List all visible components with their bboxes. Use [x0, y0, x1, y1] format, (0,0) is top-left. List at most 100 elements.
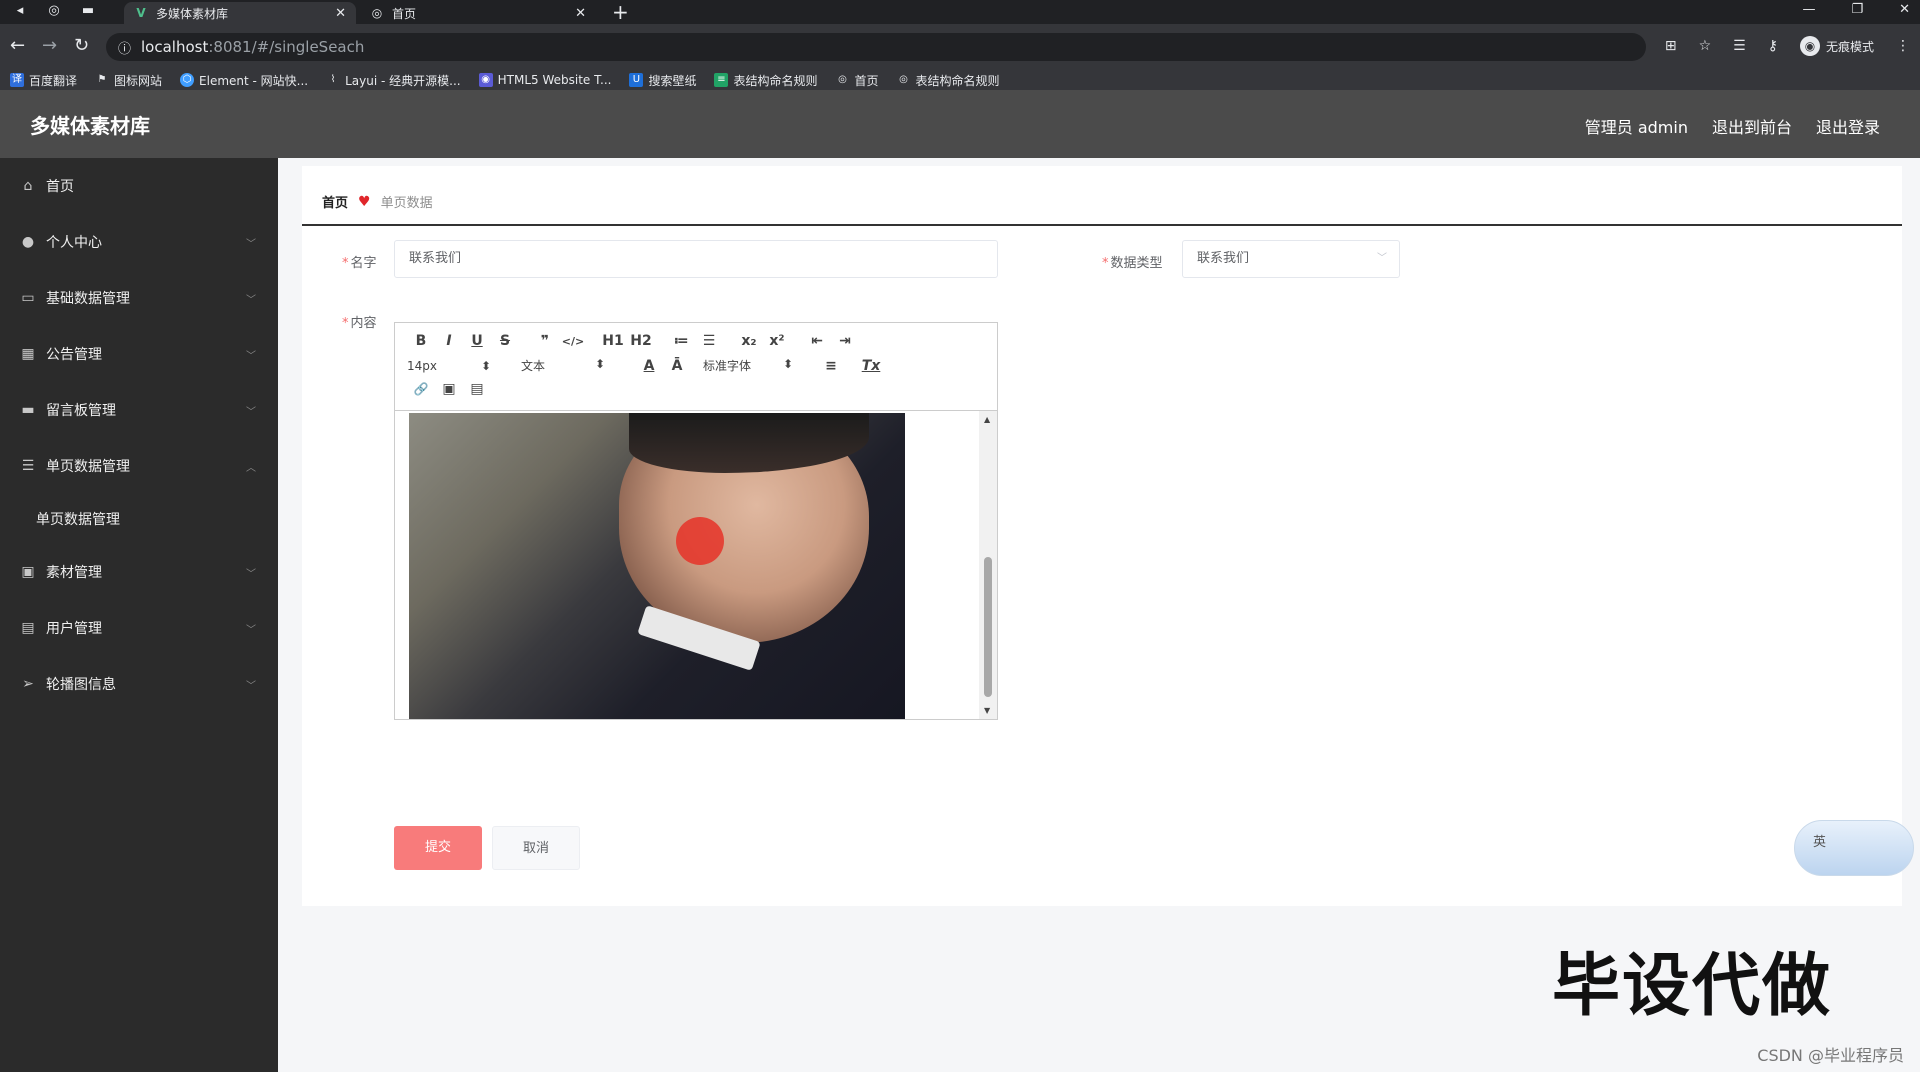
star-icon[interactable]: ☆ [1699, 38, 1712, 54]
scroll-down-icon[interactable]: ▼ [984, 706, 990, 715]
code-block-button[interactable]: </> [559, 335, 587, 348]
video-icon[interactable]: ▤ [463, 381, 491, 397]
window-controls: — ❐ ✕ [1802, 0, 1910, 20]
new-tab-button[interactable]: + [612, 0, 629, 24]
address-bar: ← → ↻ ⓘ localhost:8081/#/singleSeach ⊞ ☆… [0, 24, 1920, 70]
tab-inactive[interactable]: ◎ 首页 ✕ [360, 2, 596, 24]
editor-scrollbar[interactable]: ▲ ▼ [979, 411, 997, 719]
size-picker[interactable]: 14px ⬍ [407, 359, 491, 373]
sidebar-item-message-board[interactable]: ▬ 留言板管理 ﹀ [0, 382, 278, 438]
speaker-icon[interactable]: ◂ [12, 3, 28, 19]
sidebar-item-home[interactable]: ⌂ 首页 [0, 158, 278, 214]
scroll-up-icon[interactable]: ▲ [984, 415, 990, 424]
background-color-button[interactable]: Ā [663, 358, 691, 374]
translate-icon[interactable]: ⊞ [1665, 38, 1677, 54]
send-icon: ➢ [22, 676, 34, 692]
admin-user-link[interactable]: 管理员 admin [1585, 114, 1688, 138]
back-to-front-link[interactable]: 退出到前台 [1712, 114, 1792, 138]
font-color-button[interactable]: A [635, 358, 663, 374]
sidebar-item-label: 个人中心 [46, 235, 102, 251]
underline-button[interactable]: U [463, 333, 491, 349]
cancel-button[interactable]: 取消 [492, 826, 580, 870]
tab-active[interactable]: V 多媒体素材库 ✕ [124, 2, 356, 24]
breadcrumb-divider [302, 224, 1902, 226]
clear-format-button[interactable]: Tx [857, 358, 885, 374]
key-icon[interactable]: ⚷ [1768, 38, 1778, 54]
name-input[interactable]: 联系我们 [394, 240, 998, 278]
chevron-down-icon: ﹀ [246, 294, 256, 306]
bookmark-item[interactable]: ≡ 表结构命名规则 [714, 72, 817, 89]
toolbar-row-3: 🔗 ▣ ▤ [407, 381, 491, 397]
globe-icon: ◎ [899, 74, 908, 85]
type-select[interactable]: 联系我们 ﹀ [1182, 240, 1400, 278]
close-icon[interactable]: ✕ [575, 6, 586, 21]
watermark-text: 毕设代做 [1552, 947, 1833, 1026]
align-button[interactable]: ≡ [817, 358, 845, 374]
bookmark-item[interactable]: ⬡ Element - 网站快... [180, 72, 308, 89]
header-1-button[interactable]: H1 [599, 333, 627, 349]
monitor-icon: ▣ [21, 564, 35, 580]
bullet-list-button[interactable]: ☰ [695, 333, 723, 349]
incognito-indicator[interactable]: ◉ 无痕模式 [1799, 36, 1874, 56]
bookmark-item[interactable]: 译百度翻译 [10, 72, 77, 89]
sidebar-item-material[interactable]: ▣ 素材管理 ﹀ [0, 544, 278, 600]
menu-icon[interactable]: ⋮ [1896, 38, 1910, 54]
superscript-button[interactable]: x² [763, 333, 791, 349]
chevron-down-icon: ﹀ [246, 680, 256, 692]
sidebar-item-label: 公告管理 [46, 347, 102, 363]
toolbar-right: ⊞ ☆ ☰ ⚷ ◉ 无痕模式 ⋮ [1665, 36, 1910, 56]
url-host: localhost [141, 38, 209, 56]
header-2-button[interactable]: H2 [627, 333, 655, 349]
strike-button[interactable]: S [491, 333, 519, 349]
window-icon[interactable]: ▬ [80, 3, 96, 19]
submenu-item-single-page[interactable]: 单页数据管理 [0, 494, 278, 544]
logout-link[interactable]: 退出登录 [1816, 114, 1880, 138]
bookmark-item[interactable]: ◎ 首页 [835, 72, 878, 89]
globe-icon[interactable]: ◎ [46, 3, 62, 19]
restore-icon[interactable]: ❐ [1851, 0, 1863, 20]
bookmark-item[interactable]: ◎ 表结构命名规则 [897, 72, 999, 89]
font-picker[interactable]: 标准字体 ⬍ [703, 357, 793, 374]
link-icon[interactable]: 🔗 [407, 382, 435, 396]
ime-widget[interactable]: 英 [1794, 820, 1914, 876]
sidebar-item-notice[interactable]: ▦ 公告管理 ﹀ [0, 326, 278, 382]
bookmark-item[interactable]: ⌇ Layui - 经典开源模... [326, 72, 461, 89]
minimize-icon[interactable]: — [1802, 0, 1815, 20]
incognito-icon: ◉ [1799, 36, 1820, 56]
grid-icon: ▦ [21, 346, 35, 362]
omnibox[interactable]: ⓘ localhost:8081/#/singleSeach [106, 33, 1646, 61]
breadcrumb: 首页 ♥ 单页数据 [322, 192, 433, 212]
sidebar-item-base-data[interactable]: ▭ 基础数据管理 ﹀ [0, 270, 278, 326]
forward-icon[interactable]: → [42, 36, 57, 56]
sidebar-item-profile[interactable]: ● 个人中心 ﹀ [0, 214, 278, 270]
editor-body[interactable]: ▲ ▼ [395, 411, 997, 719]
subscript-button[interactable]: x₂ [735, 333, 763, 349]
blockquote-button[interactable]: ❞ [531, 333, 559, 349]
close-icon[interactable]: ✕ [335, 6, 346, 21]
sidebar-item-users[interactable]: ▤ 用户管理 ﹀ [0, 600, 278, 656]
scroll-thumb[interactable] [984, 557, 992, 697]
submit-button[interactable]: 提交 [394, 826, 482, 870]
indent-button[interactable]: ⇥ [831, 333, 859, 349]
outdent-button[interactable]: ⇤ [803, 333, 831, 349]
breadcrumb-home[interactable]: 首页 [322, 192, 348, 211]
reading-list-icon[interactable]: ☰ [1733, 38, 1746, 54]
ordered-list-button[interactable]: ≔ [667, 333, 695, 349]
bold-button[interactable]: B [407, 333, 435, 349]
italic-button[interactable]: I [435, 333, 463, 349]
bookmark-item[interactable]: ⚑ 图标网站 [95, 72, 163, 89]
bookmark-label: 表结构命名规则 [733, 73, 818, 88]
sidebar-item-label: 基础数据管理 [46, 291, 130, 307]
info-icon[interactable]: ⓘ [118, 38, 131, 57]
sidebar-item-single-page[interactable]: ☰ 单页数据管理 ︿ [0, 438, 278, 494]
form-card: 首页 ♥ 单页数据 * 名字 联系我们 * 数据类型 联系我们 ﹀ * 内容 B I … [302, 166, 1902, 906]
close-window-icon[interactable]: ✕ [1899, 0, 1910, 20]
image-icon[interactable]: ▣ [435, 381, 463, 397]
sidebar-item-carousel[interactable]: ➢ 轮播图信息 ﹀ [0, 656, 278, 712]
bookmark-item[interactable]: U 搜索壁纸 [629, 72, 696, 89]
bookmark-item[interactable]: ◉ HTML5 Website T... [478, 73, 611, 87]
back-icon[interactable]: ← [10, 36, 25, 56]
sidebar-item-label: 首页 [46, 179, 74, 195]
reload-icon[interactable]: ↻ [74, 36, 89, 56]
format-picker[interactable]: 文本 ⬍ [521, 357, 605, 374]
